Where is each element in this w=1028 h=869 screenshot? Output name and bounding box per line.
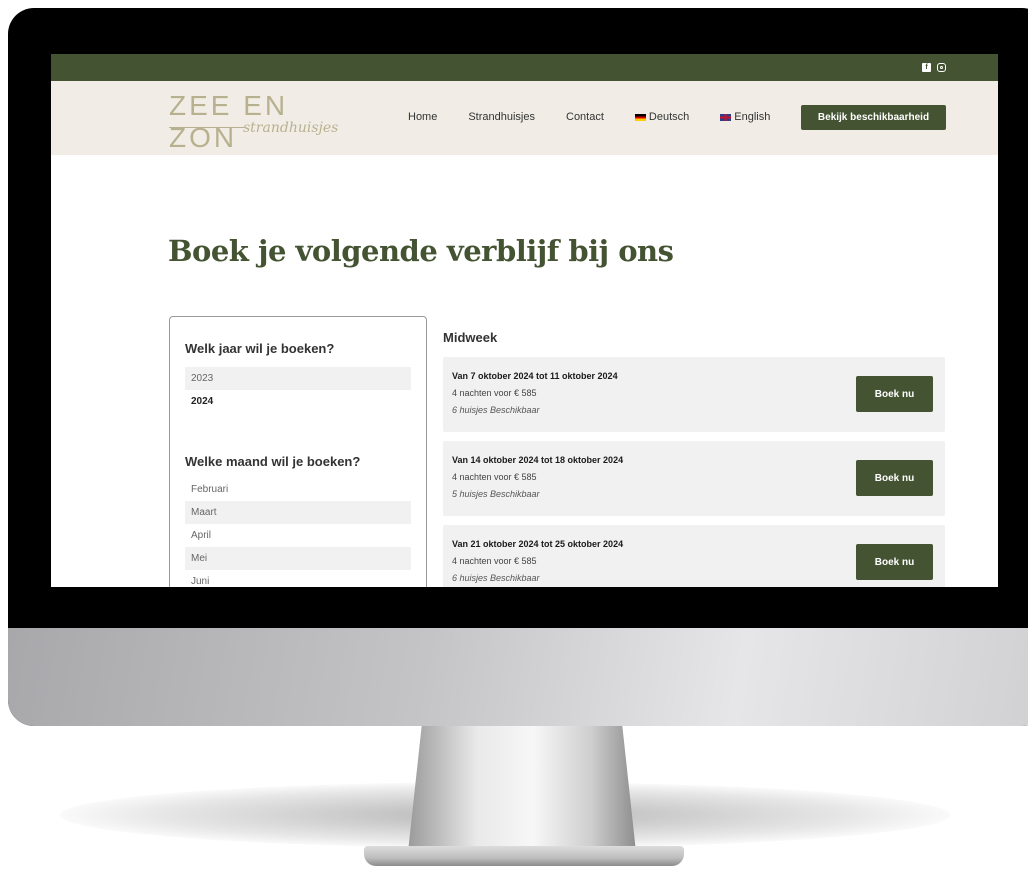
book-now-button[interactable]: Boek nu: [856, 544, 933, 580]
monitor-chin: [8, 628, 1028, 726]
month-option-maart[interactable]: Maart: [185, 501, 411, 524]
month-option-juni[interactable]: Juni: [185, 570, 411, 587]
booking-filter-sidebar: Welk jaar wil je boeken? 2023 2024 Welke…: [169, 316, 427, 587]
nav-english[interactable]: English: [720, 111, 770, 123]
book-now-button[interactable]: Boek nu: [856, 376, 933, 412]
month-list: Februari Maart April Mei Juni: [185, 478, 411, 587]
site-header: ZEE EN ZON strandhuisjes Home Strandhuis…: [51, 81, 998, 155]
nav-strandhuisjes[interactable]: Strandhuisjes: [468, 111, 535, 123]
check-availability-button[interactable]: Bekijk beschikbaarheid: [801, 105, 946, 130]
logo-sub-text: strandhuisjes: [243, 120, 339, 136]
social-links: f: [922, 63, 946, 72]
month-option-februari[interactable]: Februari: [185, 478, 411, 501]
instagram-icon[interactable]: [937, 63, 946, 72]
offer-dates: Van 14 oktober 2024 tot 18 oktober 2024: [452, 455, 624, 465]
monitor: f ZEE EN ZON strandhuisjes Home Strandhu…: [8, 8, 1028, 726]
year-list: 2023 2024: [185, 367, 411, 413]
monitor-stand: [408, 726, 636, 852]
month-heading: Welke maand wil je boeken?: [185, 454, 361, 469]
logo-divider: [169, 127, 244, 128]
uk-flag-icon: [720, 113, 732, 121]
section-title-midweek: Midweek: [443, 330, 498, 345]
month-option-april[interactable]: April: [185, 524, 411, 547]
nav-home[interactable]: Home: [408, 111, 437, 123]
logo[interactable]: ZEE EN ZON strandhuisjes: [169, 90, 338, 153]
nav-contact[interactable]: Contact: [566, 111, 604, 123]
offer-card: Van 7 oktober 2024 tot 11 oktober 2024 4…: [443, 357, 945, 432]
offer-card: Van 14 oktober 2024 tot 18 oktober 2024 …: [443, 441, 945, 516]
offer-availability: 6 huisjes Beschikbaar: [452, 405, 540, 415]
top-bar: f: [51, 54, 998, 81]
offer-availability: 5 huisjes Beschikbaar: [452, 489, 540, 499]
year-option-2023[interactable]: 2023: [185, 367, 411, 390]
main-nav: Home Strandhuisjes Contact Deutsch Engli…: [408, 111, 801, 123]
website-screen: f ZEE EN ZON strandhuisjes Home Strandhu…: [51, 54, 998, 587]
offer-price: 4 nachten voor € 585: [452, 556, 537, 566]
offer-dates: Van 21 oktober 2024 tot 25 oktober 2024: [452, 539, 624, 549]
monitor-stand-base: [364, 846, 684, 866]
year-option-2024[interactable]: 2024: [185, 390, 411, 413]
offer-price: 4 nachten voor € 585: [452, 472, 537, 482]
facebook-icon[interactable]: f: [922, 63, 931, 72]
month-option-mei[interactable]: Mei: [185, 547, 411, 570]
offer-card: Van 21 oktober 2024 tot 25 oktober 2024 …: [443, 525, 945, 587]
offer-availability: 6 huisjes Beschikbaar: [452, 573, 540, 583]
offer-dates: Van 7 oktober 2024 tot 11 oktober 2024: [452, 371, 618, 381]
nav-english-label: English: [734, 111, 771, 123]
nav-deutsch[interactable]: Deutsch: [634, 111, 690, 123]
germany-flag-icon: [634, 113, 646, 121]
nav-deutsch-label: Deutsch: [648, 111, 690, 123]
book-now-button[interactable]: Boek nu: [856, 460, 933, 496]
year-heading: Welk jaar wil je boeken?: [185, 341, 335, 356]
offer-price: 4 nachten voor € 585: [452, 388, 537, 398]
page-title: Boek je volgende verblijf bij ons: [168, 234, 674, 268]
